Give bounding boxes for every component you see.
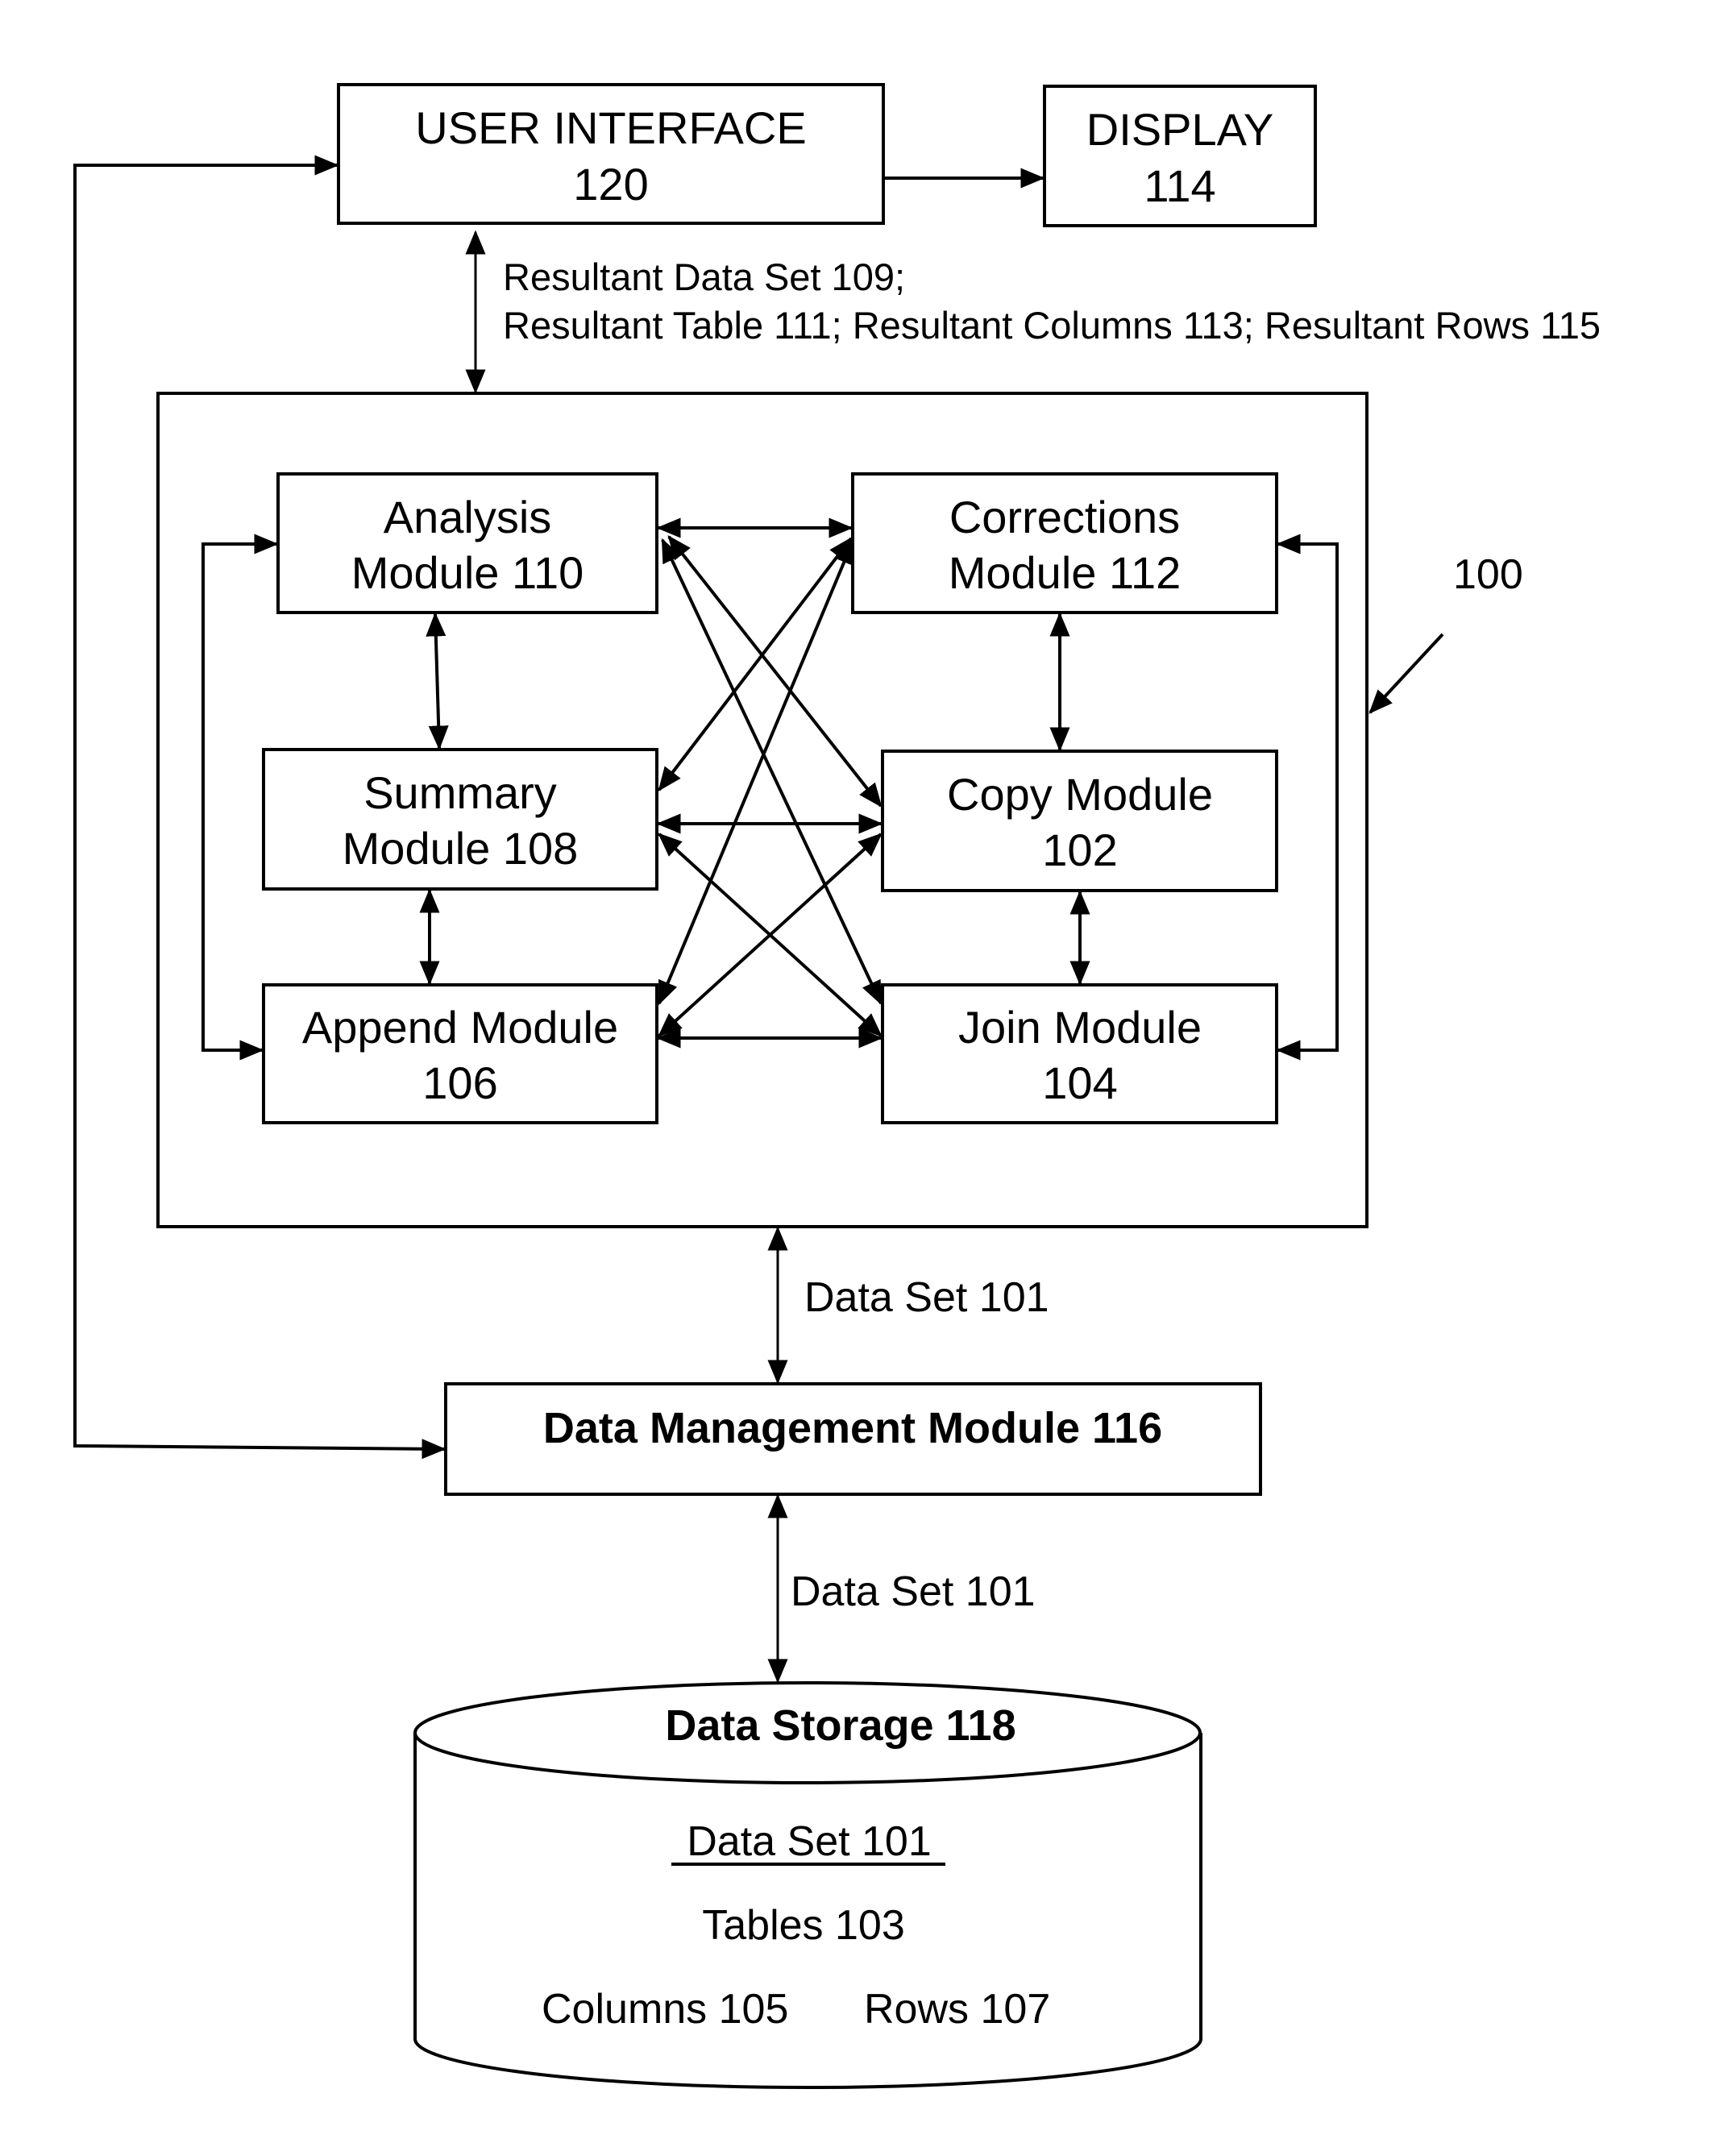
corrections-summary-arrow bbox=[658, 537, 853, 791]
lower-data-set-label: Data Set 101 bbox=[791, 1568, 1036, 1615]
system-diagram: USER INTERFACE 120 DISPLAY 114 Resultant… bbox=[73, 83, 1601, 2090]
analysis-summary-arrow bbox=[426, 612, 449, 750]
analysis-module[interactable]: Analysis Module 110 bbox=[276, 472, 658, 614]
analysis-module-number: Module 110 bbox=[351, 547, 584, 598]
display-title: DISPLAY bbox=[1086, 104, 1273, 155]
user-interface-box[interactable]: USER INTERFACE 120 bbox=[337, 83, 885, 225]
append-module[interactable]: Append Module 106 bbox=[262, 983, 658, 1124]
user-interface-number: 120 bbox=[573, 159, 648, 210]
append-module-label: Append Module bbox=[302, 1002, 618, 1053]
data-management-module[interactable]: Data Management Module 116 bbox=[444, 1382, 1262, 1496]
storage-tables: Tables 103 bbox=[702, 1902, 905, 1949]
corrections-module-number: Module 112 bbox=[949, 547, 1182, 598]
copy-module-label: Copy Module bbox=[947, 769, 1213, 820]
data-management-module-label: Data Management Module 116 bbox=[543, 1404, 1162, 1452]
data-storage-cylinder[interactable]: Data Storage 118 Data Set 101 Tables 103… bbox=[413, 1681, 1202, 2090]
analysis-module-label: Analysis bbox=[384, 492, 552, 542]
display-box[interactable]: DISPLAY 114 bbox=[1043, 85, 1317, 227]
corrections-module-label: Corrections bbox=[949, 492, 1180, 542]
summary-module-number: Module 108 bbox=[343, 823, 579, 874]
corrections-module[interactable]: Corrections Module 112 bbox=[851, 472, 1278, 614]
storage-data-set: Data Set 101 bbox=[687, 1818, 932, 1865]
corrections-join-loop-connector bbox=[1276, 534, 1339, 1061]
system-reference-pointer bbox=[1368, 633, 1444, 714]
storage-rows: Rows 107 bbox=[864, 1986, 1050, 2033]
system-reference-label: 100 bbox=[1453, 551, 1523, 598]
join-module[interactable]: Join Module 104 bbox=[881, 983, 1278, 1124]
storage-columns: Columns 105 bbox=[542, 1986, 788, 2033]
append-module-number: 106 bbox=[422, 1057, 497, 1108]
copy-module[interactable]: Copy Module 102 bbox=[881, 750, 1278, 892]
join-module-number: 104 bbox=[1042, 1057, 1117, 1108]
resultant-label-line1: Resultant Data Set 109; bbox=[503, 255, 905, 298]
analysis-copy-arrow bbox=[667, 535, 883, 808]
copy-module-number: 102 bbox=[1042, 824, 1117, 875]
corrections-append-arrow bbox=[658, 539, 854, 1006]
join-module-label: Join Module bbox=[958, 1002, 1202, 1053]
upper-data-set-label: Data Set 101 bbox=[804, 1274, 1049, 1321]
summary-module-label: Summary bbox=[363, 767, 557, 818]
resultant-label-line2: Resultant Table 111; Resultant Columns 1… bbox=[503, 304, 1601, 347]
user-interface-title: USER INTERFACE bbox=[415, 102, 806, 153]
display-number: 114 bbox=[1144, 160, 1215, 211]
summary-module[interactable]: Summary Module 108 bbox=[262, 748, 658, 891]
data-storage-title: Data Storage 118 bbox=[665, 1701, 1015, 1750]
